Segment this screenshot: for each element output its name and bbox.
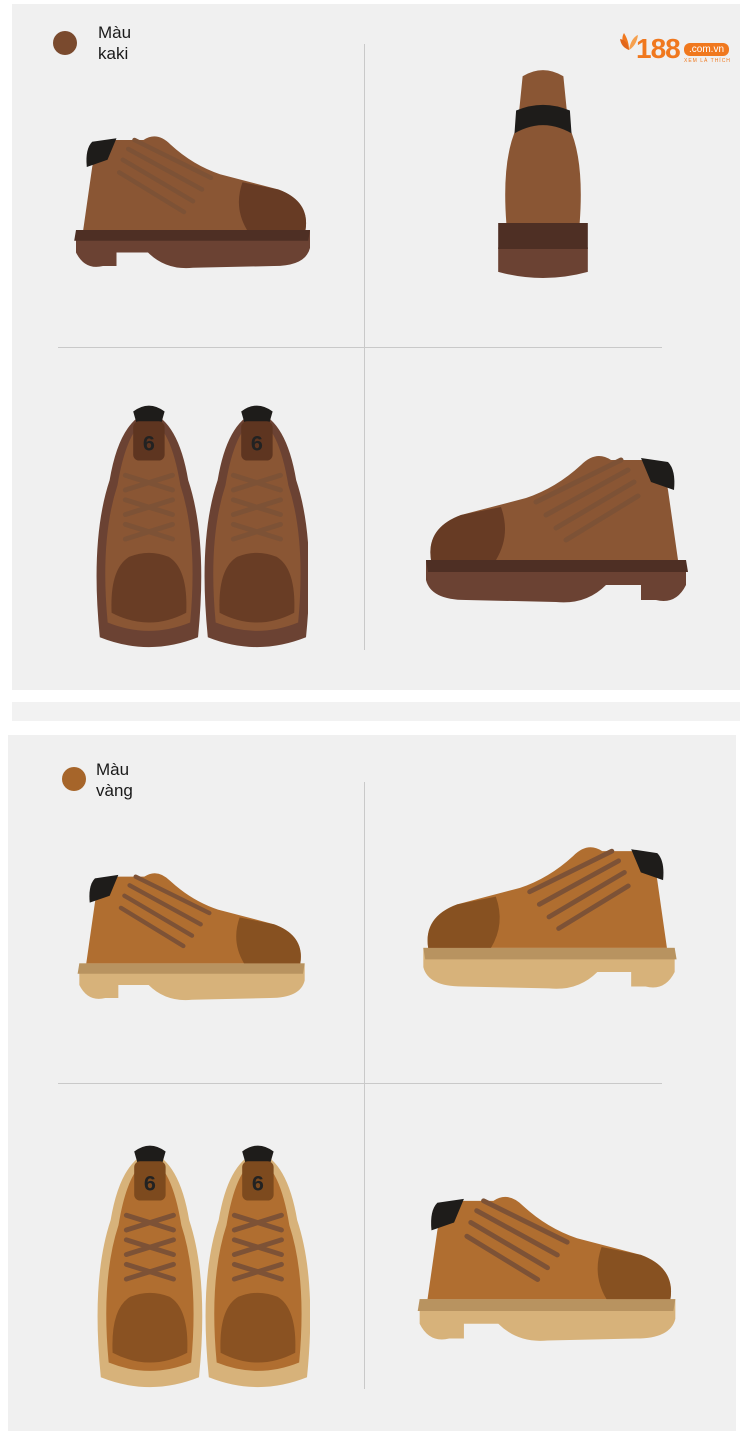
shoe-kaki-back (478, 60, 608, 280)
shoe-vang-side-right (404, 802, 694, 997)
logo-domain: .com.vn (684, 43, 730, 56)
svg-text:6: 6 (143, 431, 155, 456)
brand-logo: 188 .com.vn XEM LÀ THÍCH (618, 24, 734, 68)
shoe-kaki-side-right (406, 405, 706, 615)
svg-text:6: 6 (251, 431, 263, 456)
shoe-vang-side-left (62, 805, 322, 1035)
shoe-vang-front-pair: 6 6 (88, 1122, 311, 1392)
shoe-kaki-side-left (58, 60, 328, 310)
color-label-line2: vàng (96, 781, 133, 800)
color-label-line1: Màu (96, 760, 130, 779)
grid-divider-vertical (364, 782, 365, 1389)
color-label-kaki: Màu kaki (98, 22, 131, 64)
logo-tagline: XEM LÀ THÍCH (684, 58, 731, 64)
color-swatch-vang (62, 767, 86, 791)
color-label-line1: Màu (98, 23, 132, 42)
svg-text:6: 6 (252, 1171, 264, 1196)
color-label-vang: Màu vàng (96, 759, 133, 801)
shoe-vang-side-toe (400, 1150, 695, 1350)
section-separator (12, 702, 740, 721)
svg-text:6: 6 (144, 1171, 156, 1196)
shoe-kaki-front-pair: 6 6 (88, 382, 310, 652)
grid-divider-horizontal (58, 347, 662, 348)
color-swatch-kaki (53, 31, 77, 55)
logo-number: 188 (636, 33, 681, 64)
grid-divider-horizontal (58, 1083, 662, 1084)
